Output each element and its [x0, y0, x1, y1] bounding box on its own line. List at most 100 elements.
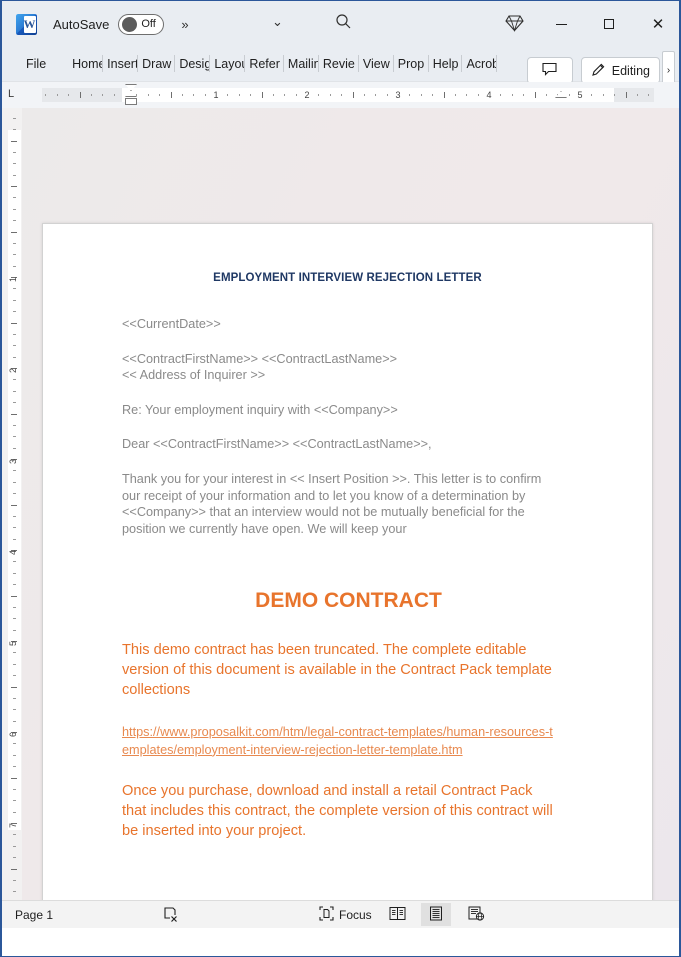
vertical-ruler-tick [13, 697, 16, 699]
vertical-ruler-tick [13, 220, 16, 222]
vertical-ruler-tick [13, 390, 16, 392]
search-icon[interactable] [335, 13, 352, 35]
demo-template-link[interactable]: https://www.proposalkit.com/htm/legal-co… [122, 724, 554, 759]
vertical-ruler-track [8, 130, 21, 830]
focus-mode-button[interactable]: Focus [319, 901, 372, 928]
tab-insert[interactable]: Insert [103, 51, 139, 77]
vertical-ruler-tick [13, 857, 16, 859]
read-mode-button[interactable] [382, 903, 412, 926]
vertical-ruler-tick [11, 686, 17, 688]
tab-proposalkit[interactable]: Prop [394, 51, 429, 77]
paragraph-subject-line: Re: Your employment inquiry with <<Compa… [122, 402, 398, 417]
tab-review-label: Revie [322, 57, 355, 71]
vertical-ruler-tick [13, 265, 16, 267]
document-body[interactable]: EMPLOYMENT INTERVIEW REJECTION LETTER <<… [43, 224, 652, 841]
proofing-errors-icon[interactable] [162, 906, 180, 927]
ruler-tick [102, 94, 104, 96]
tab-mailings-label: Mailin [287, 57, 319, 71]
vertical-ruler-tick [13, 208, 16, 210]
ruler-tick [193, 94, 195, 96]
vertical-ruler-number: 2 [8, 367, 18, 373]
vertical-ruler-tick [13, 754, 16, 756]
vertical-ruler-tick [11, 231, 17, 233]
vertical-ruler-tick [11, 595, 17, 597]
ruler-tick [454, 94, 456, 96]
vertical-ruler-tick [13, 834, 16, 836]
status-bar: Page 1 Focus [2, 900, 679, 928]
ruler-tick [466, 94, 468, 96]
vertical-ruler-number: 6 [8, 731, 18, 737]
paragraph-recipient-name: <<ContractFirstName>> <<ContractLastName… [122, 351, 398, 366]
tab-view[interactable]: View [359, 51, 394, 77]
ruler-tick [79, 92, 81, 98]
comments-button[interactable] [526, 57, 573, 84]
tab-references[interactable]: Refer [245, 51, 284, 77]
vertical-ruler-tick [13, 538, 16, 540]
vertical-ruler-tick [13, 572, 16, 574]
autosave-toggle[interactable]: Off [118, 13, 165, 35]
ruler-tick [625, 92, 627, 98]
vertical-ruler-number: 5 [8, 640, 18, 646]
tab-proposalkit-label: Prop [397, 57, 425, 71]
vertical-ruler-tick [11, 413, 17, 415]
tab-help[interactable]: Help [429, 51, 463, 77]
paragraph-body: Thank you for your interest in << Insert… [122, 471, 542, 536]
print-layout-button[interactable] [421, 903, 451, 926]
diamond-icon[interactable] [505, 14, 524, 37]
vertical-ruler-tick [13, 766, 16, 768]
ruler-tick [432, 94, 434, 96]
tab-acrobat[interactable]: Acrob [462, 51, 498, 77]
ruler-tick [261, 92, 263, 98]
vertical-ruler-tick [13, 163, 16, 165]
read-mode-icon [389, 906, 406, 924]
customize-quick-access-icon[interactable]: ⌄ [272, 14, 283, 30]
vertical-ruler-tick [13, 254, 16, 256]
ruler-tick [295, 94, 297, 96]
vertical-ruler-tick [13, 151, 16, 153]
tab-file[interactable]: File [22, 51, 50, 77]
tab-design[interactable]: Design [175, 51, 211, 77]
document-page[interactable]: EMPLOYMENT INTERVIEW REJECTION LETTER <<… [42, 223, 653, 928]
ruler-tick [386, 94, 388, 96]
vertical-ruler-tick [13, 311, 16, 313]
vertical-ruler-tick [13, 629, 16, 631]
word-logo-icon: W [16, 13, 37, 35]
ruler-tick [272, 94, 274, 96]
tab-home[interactable]: Home [68, 51, 104, 77]
vertical-ruler-tick [13, 788, 16, 790]
minimize-button[interactable] [538, 1, 584, 47]
vertical-ruler-tick [13, 197, 16, 199]
tab-mailings[interactable]: Mailin [284, 51, 319, 77]
left-indent-marker[interactable] [125, 98, 137, 105]
tab-draw[interactable]: Draw [138, 51, 176, 77]
vertical-ruler-tick [11, 868, 17, 870]
close-button[interactable]: ✕ [635, 1, 681, 47]
ruler-tick [375, 94, 377, 96]
ruler-tick [227, 94, 229, 96]
tab-insert-label: Insert [107, 57, 139, 71]
tab-file-label: File [26, 57, 47, 71]
maximize-button[interactable] [586, 1, 632, 47]
vertical-ruler-tick [13, 709, 16, 711]
web-layout-button[interactable] [461, 903, 491, 926]
tab-layout[interactable]: Layout [210, 51, 246, 77]
editing-mode-button[interactable]: Editing [580, 57, 660, 84]
vertical-ruler-tick [13, 333, 16, 335]
ruler-tick [113, 94, 115, 96]
quick-access-more-icon[interactable]: » [181, 17, 188, 32]
vertical-ruler-tick [13, 811, 16, 813]
ruler-number: 4 [486, 90, 492, 100]
tab-stop-selector[interactable]: L [8, 88, 14, 100]
pencil-icon [591, 62, 606, 80]
vertical-ruler-tick [13, 129, 16, 131]
vertical-ruler-tick [11, 186, 17, 187]
vertical-ruler[interactable]: 12345678 [2, 108, 22, 928]
print-layout-icon [429, 906, 443, 924]
tab-review[interactable]: Revie [319, 51, 359, 77]
ruler-tick [523, 94, 525, 96]
ruler-tick [181, 94, 183, 96]
page-number-status[interactable]: Page 1 [15, 908, 53, 922]
ribbon-tab-bar: File Home Insert Draw Design Layout Refe… [2, 47, 679, 90]
ruler-tick [45, 94, 47, 96]
vertical-ruler-tick [13, 345, 16, 347]
